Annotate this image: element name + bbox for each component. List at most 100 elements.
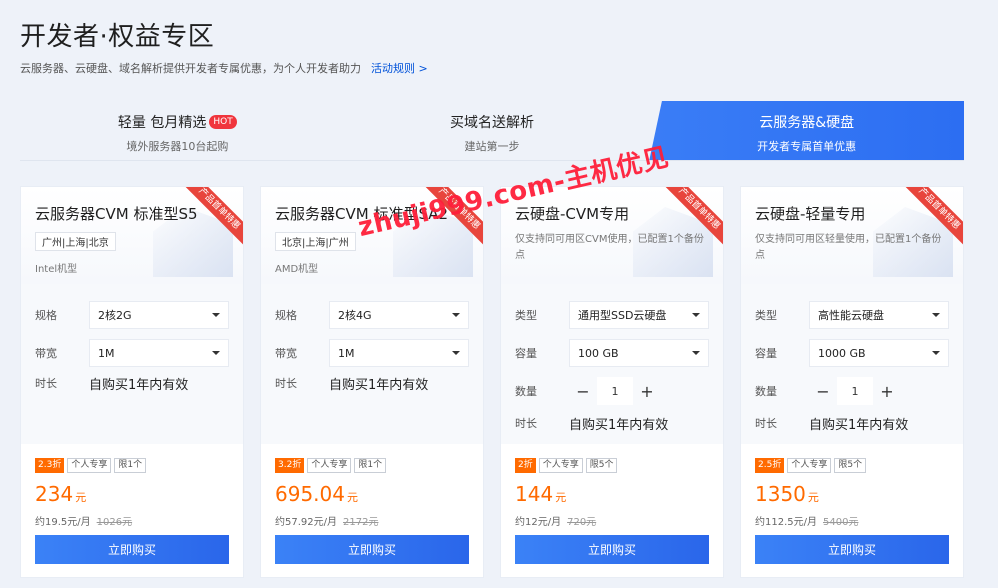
select-value: 2核2G <box>98 309 132 322</box>
price-unit: 元 <box>807 491 819 504</box>
card-footer: 2.5折 个人专享 限5个 1350 元 约112.5元/月 5400元 立即购买 <box>741 444 963 577</box>
tab-label: 买域名送解析 <box>450 115 534 131</box>
capacity-select[interactable]: 100 GB <box>569 339 709 367</box>
option-label: 类型 <box>515 309 537 322</box>
bandwidth-select[interactable]: 1M <box>89 339 229 367</box>
tag: 个人专享 <box>787 458 832 473</box>
monthly-price: 约57.92元/月 <box>275 517 337 528</box>
original-price: 720元 <box>567 517 597 528</box>
option-label: 规格 <box>35 309 57 322</box>
card-title: 云服务器CVM 标准型S5 <box>35 205 198 223</box>
tag: 个人专享 <box>538 458 583 473</box>
buy-button[interactable]: 立即购买 <box>35 535 229 564</box>
plus-button[interactable]: + <box>873 377 901 405</box>
tag: 限5个 <box>585 458 618 473</box>
tab-title: 买域名送解析 <box>335 112 650 132</box>
option-label: 带宽 <box>35 347 57 360</box>
option-row-capacity: 容量 100 GB <box>515 338 709 368</box>
tab-label: 轻量 包月精选 <box>117 115 207 131</box>
select-value: 高性能云硬盘 <box>818 309 884 322</box>
price: 1350 元 <box>755 482 819 506</box>
page-subtitle: 云服务器、云硬盘、域名解析提供开发者专属优惠，为个人开发者助力 活动规则 > <box>20 60 428 76</box>
tab-subtitle: 境外服务器10台起购 <box>126 140 229 153</box>
caret-down-icon <box>932 351 940 355</box>
option-row-quantity: 数量 − 1 + <box>755 376 949 406</box>
region-tag: 北京|上海|广州 <box>275 232 356 251</box>
caret-down-icon <box>212 313 220 317</box>
price-meta: 约12元/月 720元 <box>515 513 596 528</box>
monthly-price: 约112.5元/月 <box>755 517 817 528</box>
discount-badge: 2.3折 <box>35 458 65 473</box>
tag-group: 3.2折 个人专享 限1个 <box>275 458 387 473</box>
tab-lighthouse-monthly[interactable]: 轻量 包月精选 HOT 境外服务器10台起购 <box>20 101 335 160</box>
buy-button[interactable]: 立即购买 <box>755 535 949 564</box>
tab-label: 云服务器&硬盘 <box>759 115 855 131</box>
card-description: AMD机型 <box>275 264 319 275</box>
price-unit: 元 <box>75 491 87 504</box>
select-value: 1000 GB <box>818 346 866 360</box>
buy-button[interactable]: 立即购买 <box>515 535 709 564</box>
product-card-disk-lighthouse: 产品首单特惠 云硬盘-轻量专用 仅支持同可用区轻量使用，已配置1个备份点 类型 … <box>740 186 964 578</box>
original-price: 1026元 <box>96 517 133 528</box>
minus-button[interactable]: − <box>809 377 837 405</box>
card-footer: 3.2折 个人专享 限1个 695.04 元 约57.92元/月 2172元 立即购… <box>261 444 483 577</box>
price-meta: 约19.5元/月 1026元 <box>35 513 132 528</box>
price-value: 1350 <box>755 482 806 506</box>
caret-down-icon <box>692 313 700 317</box>
option-label: 带宽 <box>275 347 297 360</box>
tab-cvm-disk[interactable]: 云服务器&硬盘 开发者专属首单优惠 <box>649 101 965 160</box>
card-header: 产品首单特惠 云服务器CVM 标准型S5 广州|上海|北京 Intel机型 <box>21 187 243 284</box>
option-label: 数量 <box>755 385 777 398</box>
quantity-value[interactable]: 1 <box>837 377 873 405</box>
disk-type-select[interactable]: 通用型SSD云硬盘 <box>569 301 709 329</box>
spec-select[interactable]: 2核4G <box>329 301 469 329</box>
select-value: 通用型SSD云硬盘 <box>578 309 667 322</box>
option-row-duration: 时长 自购买1年内有效 <box>35 368 229 398</box>
card-description: Intel机型 <box>35 264 78 275</box>
option-row-duration: 时长 自购买1年内有效 <box>275 368 469 398</box>
subtitle-text: 云服务器、云硬盘、域名解析提供开发者专属优惠，为个人开发者助力 <box>20 62 361 75</box>
price-meta: 约112.5元/月 5400元 <box>755 513 858 528</box>
price-unit: 元 <box>346 491 358 504</box>
monthly-price: 约19.5元/月 <box>35 517 91 528</box>
option-row-type: 类型 通用型SSD云硬盘 <box>515 300 709 330</box>
rules-link[interactable]: 活动规则 > <box>371 62 428 75</box>
option-label: 类型 <box>755 309 777 322</box>
option-row-bandwidth: 带宽 1M <box>275 338 469 368</box>
minus-button[interactable]: − <box>569 377 597 405</box>
caret-down-icon <box>452 351 460 355</box>
option-row-duration: 时长 自购买1年内有效 <box>755 408 949 438</box>
option-label: 数量 <box>515 385 537 398</box>
hot-badge: HOT <box>209 115 237 129</box>
capacity-select[interactable]: 1000 GB <box>809 339 949 367</box>
tab-title: 轻量 包月精选 HOT <box>20 112 335 132</box>
card-title: 云硬盘-CVM专用 <box>515 205 630 223</box>
tag: 个人专享 <box>67 458 112 473</box>
caret-down-icon <box>692 351 700 355</box>
plus-button[interactable]: + <box>633 377 661 405</box>
card-options: 类型 高性能云硬盘 容量 1000 GB 数量 − 1 + 时长 自购买1年内有… <box>741 284 963 444</box>
tag-group: 2.3折 个人专享 限1个 <box>35 458 147 473</box>
quantity-value[interactable]: 1 <box>597 377 633 405</box>
buy-button[interactable]: 立即购买 <box>275 535 469 564</box>
duration-value: 自购买1年内有效 <box>569 417 669 433</box>
bandwidth-select[interactable]: 1M <box>329 339 469 367</box>
option-row-capacity: 容量 1000 GB <box>755 338 949 368</box>
select-value: 2核4G <box>338 309 372 322</box>
option-label: 时长 <box>755 417 777 430</box>
product-card-cvm-sa2: 产品首单特惠 云服务器CVM 标准型SA2 北京|上海|广州 AMD机型 规格 … <box>260 186 484 578</box>
tag: 限1个 <box>354 458 387 473</box>
card-footer: 2.3折 个人专享 限1个 234 元 约19.5元/月 1026元 立即购买 <box>21 444 243 577</box>
original-price: 5400元 <box>823 517 859 528</box>
disk-type-select[interactable]: 高性能云硬盘 <box>809 301 949 329</box>
spec-select[interactable]: 2核2G <box>89 301 229 329</box>
caret-down-icon <box>932 313 940 317</box>
tag-group: 2.5折 个人专享 限5个 <box>755 458 867 473</box>
price: 144 元 <box>515 482 566 506</box>
card-options: 类型 通用型SSD云硬盘 容量 100 GB 数量 − 1 + 时长 自购买1年… <box>501 284 723 444</box>
caret-down-icon <box>212 351 220 355</box>
duration-value: 自购买1年内有效 <box>809 417 909 433</box>
product-card-disk-cvm: 产品首单特惠 云硬盘-CVM专用 仅支持同可用区CVM使用，已配置1个备份点 类… <box>500 186 724 578</box>
option-label: 容量 <box>755 347 777 360</box>
discount-badge: 3.2折 <box>275 458 305 473</box>
